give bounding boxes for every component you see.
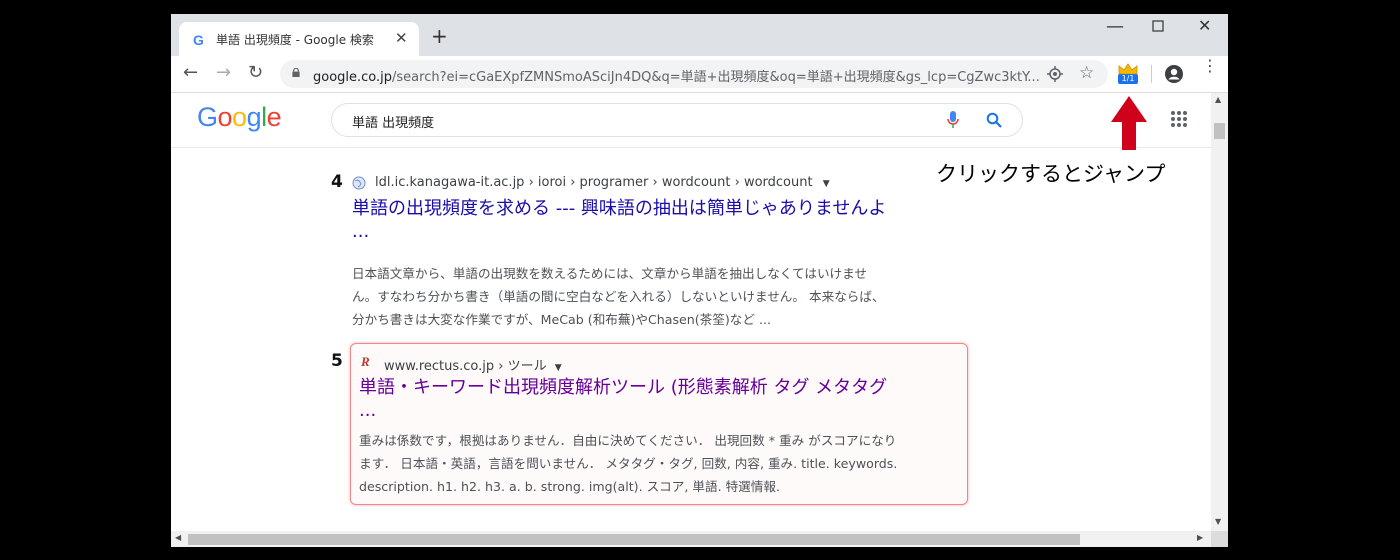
result-cite-text: www.rectus.co.jp › ツール [384, 359, 547, 374]
extension-crown-icon[interactable]: 1/1 [1117, 63, 1139, 85]
toolbar-divider [1151, 65, 1152, 83]
bookmark-star-icon[interactable]: ☆ [1079, 63, 1094, 83]
result-title-line1: 単語・キーワード出現頻度解析ツール (形態素解析 タグ メタタグ [359, 377, 888, 398]
snippet-line: 分かち書きは大変な作業ですが、MeCab (和布蕪)やChasen(茶筌)など … [352, 312, 771, 327]
horizontal-scroll-thumb[interactable] [188, 534, 1080, 545]
vertical-scrollbar[interactable]: ▲ ▼ [1211, 93, 1228, 531]
tab-active[interactable]: G 単語 出現頻度 - Google 検索 ✕ [179, 22, 419, 56]
apps-grid-icon[interactable] [1170, 110, 1188, 128]
result-number: 5 [331, 351, 343, 371]
scrollbar-corner [1211, 531, 1228, 547]
vertical-scroll-thumb[interactable] [1214, 123, 1225, 139]
result-title-link[interactable]: 単語の出現頻度を求める --- 興味語の抽出は簡単じゃありませんよ ... [352, 194, 972, 241]
snippet-line: 重みは係数です，根拠はありません．自由に決めてください． 出現回数 * 重み が… [359, 433, 897, 448]
location-target-icon[interactable] [1047, 66, 1063, 82]
microphone-icon[interactable] [947, 111, 959, 129]
result-cite[interactable]: www.rectus.co.jp › ツール ▼ [384, 355, 562, 374]
search-box[interactable]: 単語 出現頻度 [331, 103, 1023, 137]
back-icon[interactable]: ← [183, 63, 198, 83]
scroll-left-icon[interactable]: ◀ [175, 533, 181, 542]
result-cite-text: ldl.ic.kanagawa-it.ac.jp › ioroi › progr… [375, 175, 813, 190]
url-host: google.co.jp [313, 70, 393, 85]
reload-icon[interactable]: ↻ [248, 63, 263, 83]
google-favicon-icon: G [193, 32, 204, 48]
forward-icon[interactable]: → [216, 63, 231, 83]
result-title-link[interactable]: 単語・キーワード出現頻度解析ツール (形態素解析 タグ メタタグ ... [359, 373, 959, 420]
google-header: Google 単語 出現頻度 [171, 93, 1211, 148]
snippet-line: ます． 日本語・英語，言語を問いません． メタタグ・タグ, 回数, 内容, 重み… [359, 456, 898, 471]
tab-title: 単語 出現頻度 - Google 検索 [216, 33, 374, 47]
window-close-icon[interactable]: ✕ [1198, 16, 1211, 35]
scroll-up-icon[interactable]: ▲ [1215, 95, 1221, 104]
scroll-right-icon[interactable]: ▶ [1197, 533, 1203, 542]
annotation-arrow-icon [1111, 96, 1147, 150]
profile-avatar-icon[interactable] [1164, 64, 1184, 84]
result-cite[interactable]: ldl.ic.kanagawa-it.ac.jp › ioroi › progr… [375, 175, 830, 190]
cite-dropdown-icon[interactable]: ▼ [823, 179, 830, 189]
snippet-line: description. h1. h2. h3. a. b. strong. i… [359, 479, 780, 494]
snippet-line: ん。すなわち分かち書き（単語の間に空白などを入れる）しないといけません。 本来な… [352, 289, 885, 304]
tab-close-icon[interactable]: ✕ [395, 29, 408, 47]
url-path: /search?ei=cGaEXpfZMNSmoASciJn4DQ&q=単語+出… [392, 70, 1040, 85]
rectus-favicon-icon: R [361, 354, 370, 369]
highlighted-result-card[interactable]: R www.rectus.co.jp › ツール ▼ 単語・キーワード出現頻度解… [350, 343, 968, 505]
result-snippet: 日本語文章から、単語の出現数を数えるためには、文章から単語を抽出しなくてはいけま… [352, 262, 972, 331]
result-title-line2: ... [359, 400, 377, 421]
scroll-down-icon[interactable]: ▼ [1215, 517, 1221, 526]
search-icon[interactable] [986, 112, 1002, 128]
new-tab-button[interactable]: + [431, 26, 448, 46]
browser-window: G 単語 出現頻度 - Google 検索 ✕ + — ✕ ← → ↻ goog… [171, 14, 1228, 547]
horizontal-scrollbar[interactable]: ◀ ▶ [171, 531, 1211, 547]
result-title-line1: 単語の出現頻度を求める --- 興味語の抽出は簡単じゃありませんよ [352, 198, 887, 219]
browser-toolbar: ← → ↻ google.co.jp/search?ei=cGaEXpfZMNS… [171, 56, 1228, 93]
snippet-line: 日本語文章から、単語の出現数を数えるためには、文章から単語を抽出しなくてはいけま… [352, 266, 867, 281]
tab-strip: G 単語 出現頻度 - Google 検索 ✕ + — ✕ [171, 14, 1228, 56]
menu-kebab-icon[interactable]: ⋮ [1202, 58, 1218, 74]
extension-badge: 1/1 [1118, 74, 1138, 84]
globe-favicon-icon [352, 176, 366, 190]
minimize-icon[interactable]: — [1106, 16, 1124, 37]
result-title-line2: ... [352, 221, 370, 242]
result-number: 4 [331, 172, 343, 192]
search-query: 単語 出現頻度 [352, 116, 435, 131]
lock-icon [292, 68, 300, 77]
maximize-icon[interactable] [1152, 18, 1164, 36]
cite-dropdown-icon[interactable]: ▼ [555, 363, 562, 373]
address-bar[interactable]: google.co.jp/search?ei=cGaEXpfZMNSmoASci… [280, 60, 1108, 88]
annotation-text: クリックするとジャンプ [936, 162, 1166, 186]
url-text: google.co.jp/search?ei=cGaEXpfZMNSmoASci… [313, 66, 1040, 85]
result-snippet: 重みは係数です，根拠はありません．自由に決めてください． 出現回数 * 重み が… [359, 429, 964, 498]
google-logo[interactable]: Google [197, 102, 282, 133]
